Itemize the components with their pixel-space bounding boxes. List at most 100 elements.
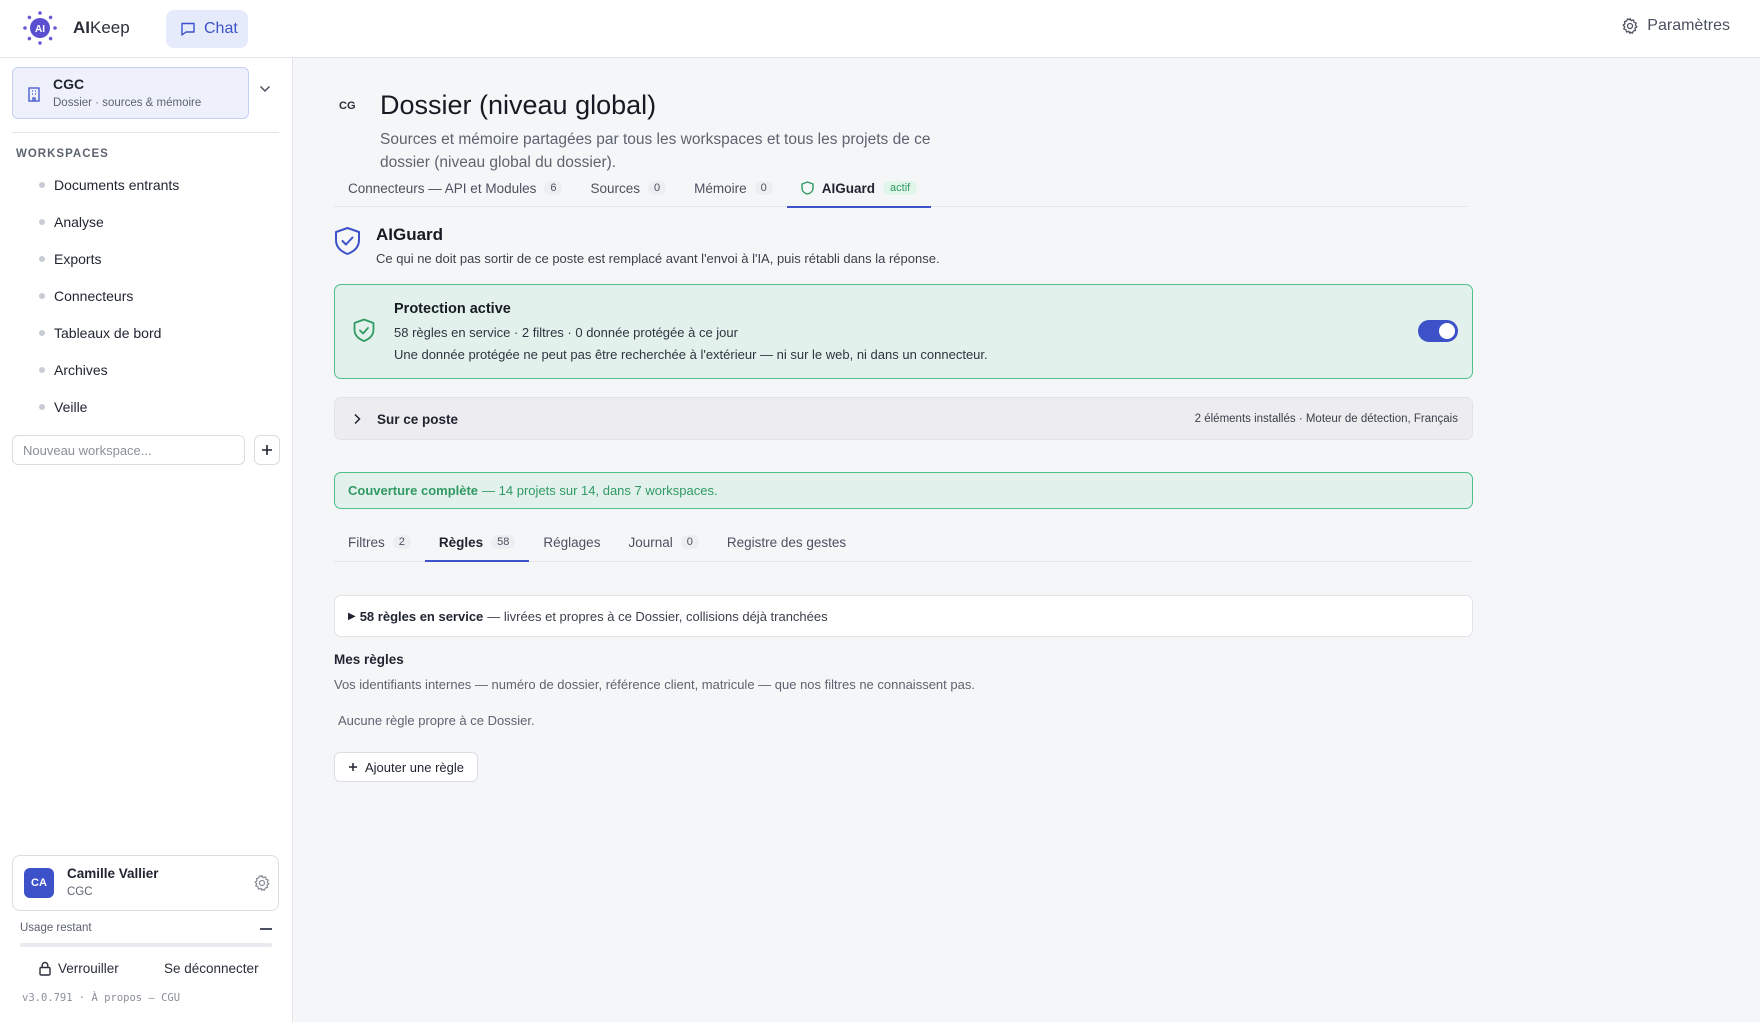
sidebar-item-label: Tableaux de bord — [54, 324, 162, 341]
toggle-knob — [1439, 323, 1455, 339]
sidebar: CGC Dossier · sources & mémoire WORKSPAC… — [0, 58, 293, 1022]
sidebar-item-documents-entrants[interactable]: Documents entrants — [0, 166, 293, 203]
coverage-strong: Couverture complète — [348, 483, 479, 498]
logo-text: AI — [35, 24, 45, 35]
tab-registre[interactable]: Registre des gestes — [713, 523, 860, 561]
sparkle-ring-logo: AI — [23, 11, 57, 45]
aiguard-subtabs: Filtres 2 Règles 58 Réglages Journal 0 Regi… — [334, 523, 1473, 562]
protection-title: Protection active — [394, 301, 511, 317]
building-icon — [28, 87, 40, 102]
usage-progress-bar — [20, 943, 272, 947]
tab-count: 0 — [648, 181, 667, 195]
bullet-icon — [39, 256, 45, 262]
bullet-icon — [39, 219, 45, 225]
triangle-right-icon: ▶ — [348, 610, 356, 622]
tab-count: 0 — [754, 181, 773, 195]
workspaces-heading: WORKSPACES — [16, 148, 109, 160]
poste-meta: 2 éléments installés · Moteur de détecti… — [1194, 413, 1458, 425]
rules-summary-expander[interactable]: ▶ 58 règles en service — livrées et prop… — [334, 595, 1473, 637]
coverage-banner: Couverture complète — 14 projets sur 14,… — [334, 472, 1473, 509]
page-description: Sources et mémoire partagées par tous le… — [380, 131, 931, 171]
page-title: Dossier (niveau global) — [380, 90, 657, 120]
protection-note: Une donnée protégée ne peut pas être rec… — [394, 347, 988, 362]
chat-label: Chat — [204, 20, 238, 37]
user-card[interactable]: CA Camille Vallier CGC — [12, 855, 279, 911]
avatar: CA — [24, 868, 54, 898]
brand-name: AIKeep — [73, 18, 130, 37]
folder-subtitle: Dossier · sources & mémoire — [53, 97, 202, 109]
tab-sources[interactable]: Sources 0 — [576, 169, 680, 207]
sidebar-item-label: Exports — [54, 250, 102, 267]
workspace-list: Documents entrants Analyse Exports Conne… — [0, 166, 293, 425]
chat-bubble-icon — [181, 22, 195, 36]
logout-button[interactable]: Se déconnecter — [164, 961, 259, 976]
lock-label: Verrouiller — [58, 961, 119, 976]
tab-aiguard[interactable]: AIGuard actif — [786, 169, 932, 208]
settings-button[interactable]: Paramètres — [1621, 17, 1730, 35]
lock-icon — [39, 961, 51, 976]
minus-icon — [260, 928, 272, 930]
sidebar-item-label: Connecteurs — [54, 287, 134, 304]
tab-reglages[interactable]: Réglages — [529, 523, 614, 561]
gear-icon[interactable] — [253, 874, 271, 892]
lock-button[interactable]: Verrouiller — [38, 961, 119, 976]
protection-card: Protection active 58 règles en service ·… — [334, 284, 1473, 379]
chat-button[interactable]: Chat — [166, 10, 248, 48]
coverage-text: — 14 projets sur 14, dans 7 workspaces. — [482, 483, 718, 498]
sidebar-item-connecteurs[interactable]: Connecteurs — [0, 277, 293, 314]
protection-toggle[interactable] — [1418, 320, 1458, 342]
top-bar: AI AIKeep Chat Paramètres — [0, 0, 1760, 58]
shield-check-icon — [353, 318, 375, 342]
sidebar-item-archives[interactable]: Archives — [0, 351, 293, 388]
plus-icon — [349, 763, 357, 771]
sidebar-item-veille[interactable]: Veille — [0, 388, 293, 425]
add-workspace-button[interactable] — [254, 435, 280, 465]
shield-icon — [801, 181, 814, 195]
plus-icon — [262, 445, 272, 455]
tab-filtres[interactable]: Filtres 2 — [334, 523, 425, 561]
empty-rules-message: Aucune règle propre à ce Dossier. — [338, 713, 535, 728]
shield-check-icon — [335, 227, 360, 255]
folder-tabs: Connecteurs — API et Modules 6 Sources 0 M… — [334, 169, 1468, 208]
folder-badge: CG — [339, 100, 356, 112]
bullet-icon — [39, 367, 45, 373]
bullet-icon — [39, 404, 45, 410]
tab-count: 0 — [680, 535, 699, 549]
new-workspace-input[interactable] — [12, 435, 245, 465]
usage-label: Usage restant — [20, 922, 92, 934]
sidebar-item-tableaux-de-bord[interactable]: Tableaux de bord — [0, 314, 293, 351]
folder-selector[interactable]: CGC Dossier · sources & mémoire — [12, 67, 249, 119]
bullet-icon — [39, 293, 45, 299]
user-name: Camille Vallier — [67, 866, 159, 881]
add-rule-label: Ajouter une règle — [365, 759, 465, 775]
chevron-right-icon — [354, 413, 361, 425]
sidebar-item-label: Veille — [54, 398, 88, 415]
rules-summary-text: — livrées et propres à ce Dossier, colli… — [487, 608, 828, 624]
sidebar-item-label: Analyse — [54, 213, 104, 230]
sidebar-item-exports[interactable]: Exports — [0, 240, 293, 277]
tab-memoire[interactable]: Mémoire 0 — [680, 169, 787, 207]
aiguard-title: AIGuard — [376, 225, 444, 244]
bullet-icon — [39, 182, 45, 188]
sidebar-item-label: Documents entrants — [54, 176, 180, 193]
aiguard-description: Ce qui ne doit pas sortir de ce poste es… — [376, 251, 940, 266]
folder-name: CGC — [53, 76, 85, 92]
bullet-icon — [39, 330, 45, 336]
protection-stats: 58 règles en service · 2 filtres · 0 don… — [394, 325, 738, 340]
chevron-down-icon[interactable] — [259, 85, 271, 93]
tab-count: 58 — [491, 535, 516, 549]
add-rule-button[interactable]: Ajouter une règle — [334, 752, 479, 782]
rules-summary-strong: 58 règles en service — [359, 608, 484, 624]
tab-connecteurs[interactable]: Connecteurs — API et Modules 6 — [334, 169, 576, 207]
sur-ce-poste-expander[interactable]: Sur ce poste 2 éléments installés · Mote… — [334, 397, 1473, 440]
main-content: CG Dossier (niveau global) Sources et mé… — [294, 58, 1760, 1022]
settings-label: Paramètres — [1647, 17, 1730, 34]
tab-count: 2 — [392, 535, 411, 549]
tab-regles[interactable]: Règles 58 — [424, 523, 530, 562]
sidebar-item-analyse[interactable]: Analyse — [0, 203, 293, 240]
tab-journal[interactable]: Journal 0 — [614, 523, 712, 561]
my-rules-description: Vos identifiants internes — numéro de do… — [334, 677, 975, 692]
status-badge: actif — [883, 181, 918, 195]
version-footer[interactable]: v3.0.791 · À propos — CGU — [22, 992, 180, 1004]
sidebar-item-label: Archives — [54, 361, 108, 378]
